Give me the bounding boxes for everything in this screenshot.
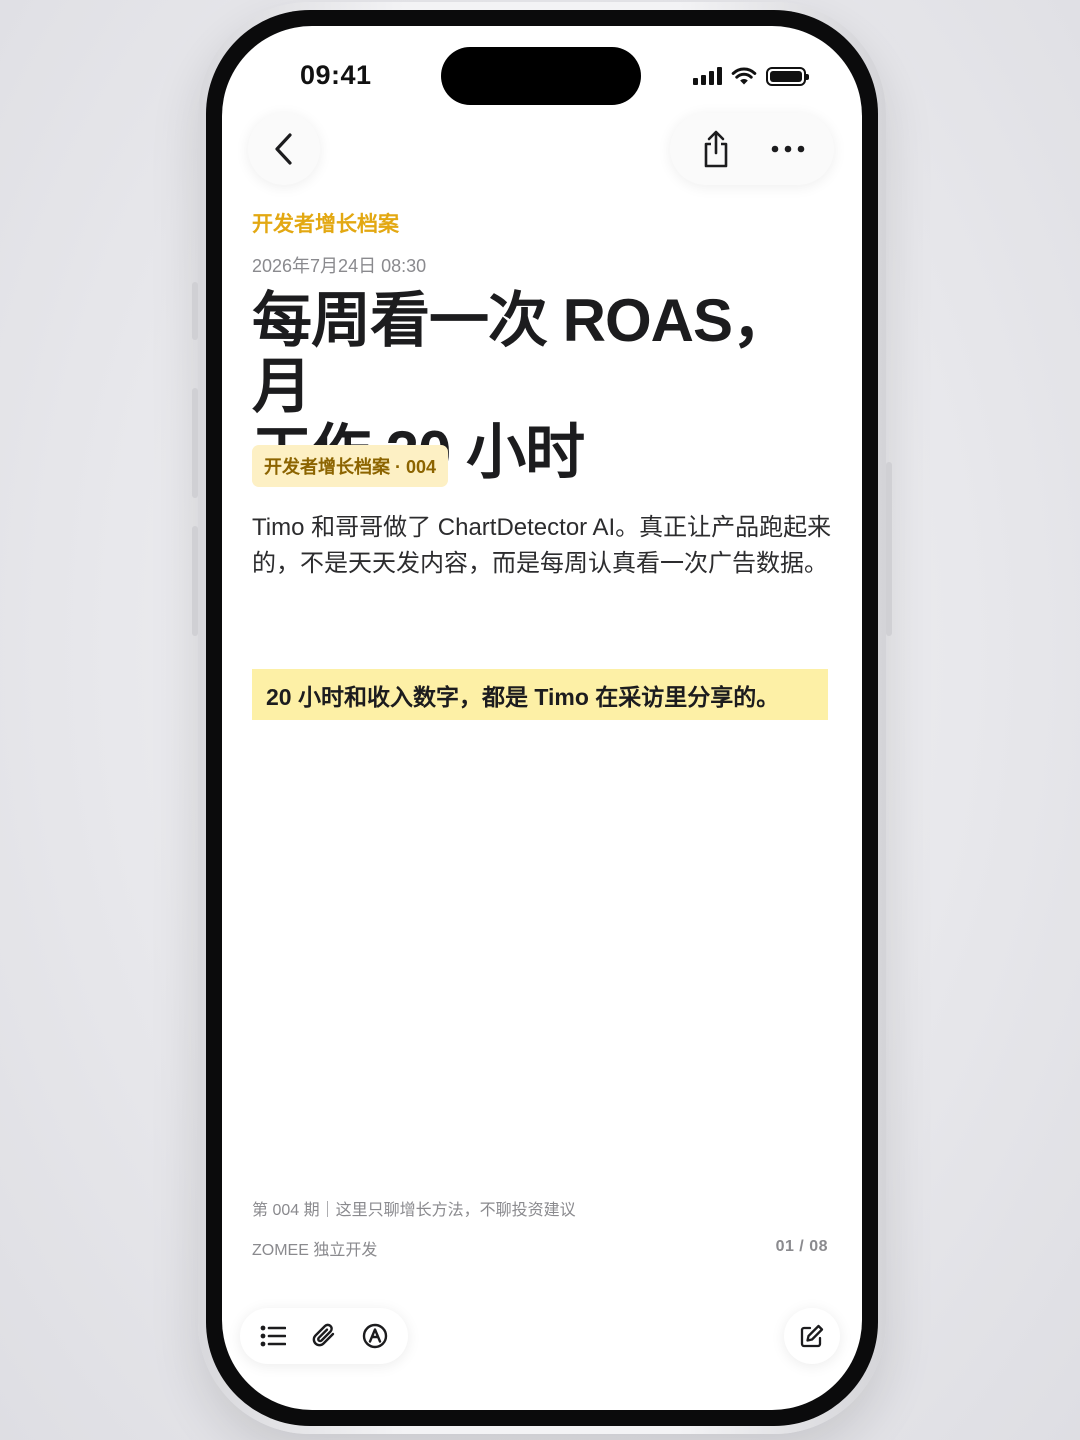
more-button[interactable] xyxy=(758,119,818,179)
checklist-icon xyxy=(260,1325,287,1347)
share-button[interactable] xyxy=(686,119,746,179)
wifi-icon xyxy=(731,67,757,85)
power-button xyxy=(886,462,892,636)
nav-actions xyxy=(670,113,834,185)
bottom-toolbar xyxy=(240,1308,408,1364)
action-button xyxy=(192,282,198,340)
volume-down-button xyxy=(192,526,198,636)
chevron-left-icon xyxy=(275,133,292,165)
ellipsis-icon xyxy=(771,145,805,153)
footer-note: 第 004 期｜这里只聊增长方法，不聊投资建议 xyxy=(252,1202,576,1219)
dynamic-island xyxy=(441,47,641,105)
battery-icon xyxy=(766,66,809,86)
title-line-1: 每周看一次 ROAS，月 xyxy=(252,287,792,420)
volume-up-button xyxy=(192,388,198,498)
checklist-button[interactable] xyxy=(251,1314,295,1358)
timestamp: 2026年7月24日 08:30 xyxy=(252,256,427,276)
markup-button[interactable] xyxy=(353,1314,397,1358)
status-icons xyxy=(693,66,809,86)
compose-icon xyxy=(800,1324,824,1348)
series-tag[interactable]: 开发者增长档案 · 004 xyxy=(252,445,449,487)
highlight-quote: 20 小时和收入数字，都是 Timo 在采访里分享的。 xyxy=(252,669,828,720)
paperclip-icon xyxy=(312,1323,335,1347)
signal-icon xyxy=(693,67,722,85)
category-label: 开发者增长档案 xyxy=(252,213,399,236)
intro-paragraph: Timo 和哥哥做了 ChartDetector AI。真正让产品跑起来的，不是… xyxy=(252,514,832,577)
markup-icon xyxy=(362,1323,387,1349)
screen: 09:41 开发者增长档案 2026年7月24日 08:30 每周看一次 ROA… xyxy=(222,26,862,1410)
share-icon xyxy=(704,130,728,168)
status-time: 09:41 xyxy=(300,60,372,90)
page-counter: 01 / 08 xyxy=(775,1238,828,1255)
compose-button[interactable] xyxy=(784,1308,840,1364)
footer-brand: ZOMEE 独立开发 xyxy=(252,1242,378,1259)
attach-button[interactable] xyxy=(302,1314,346,1358)
back-button[interactable] xyxy=(248,113,320,185)
